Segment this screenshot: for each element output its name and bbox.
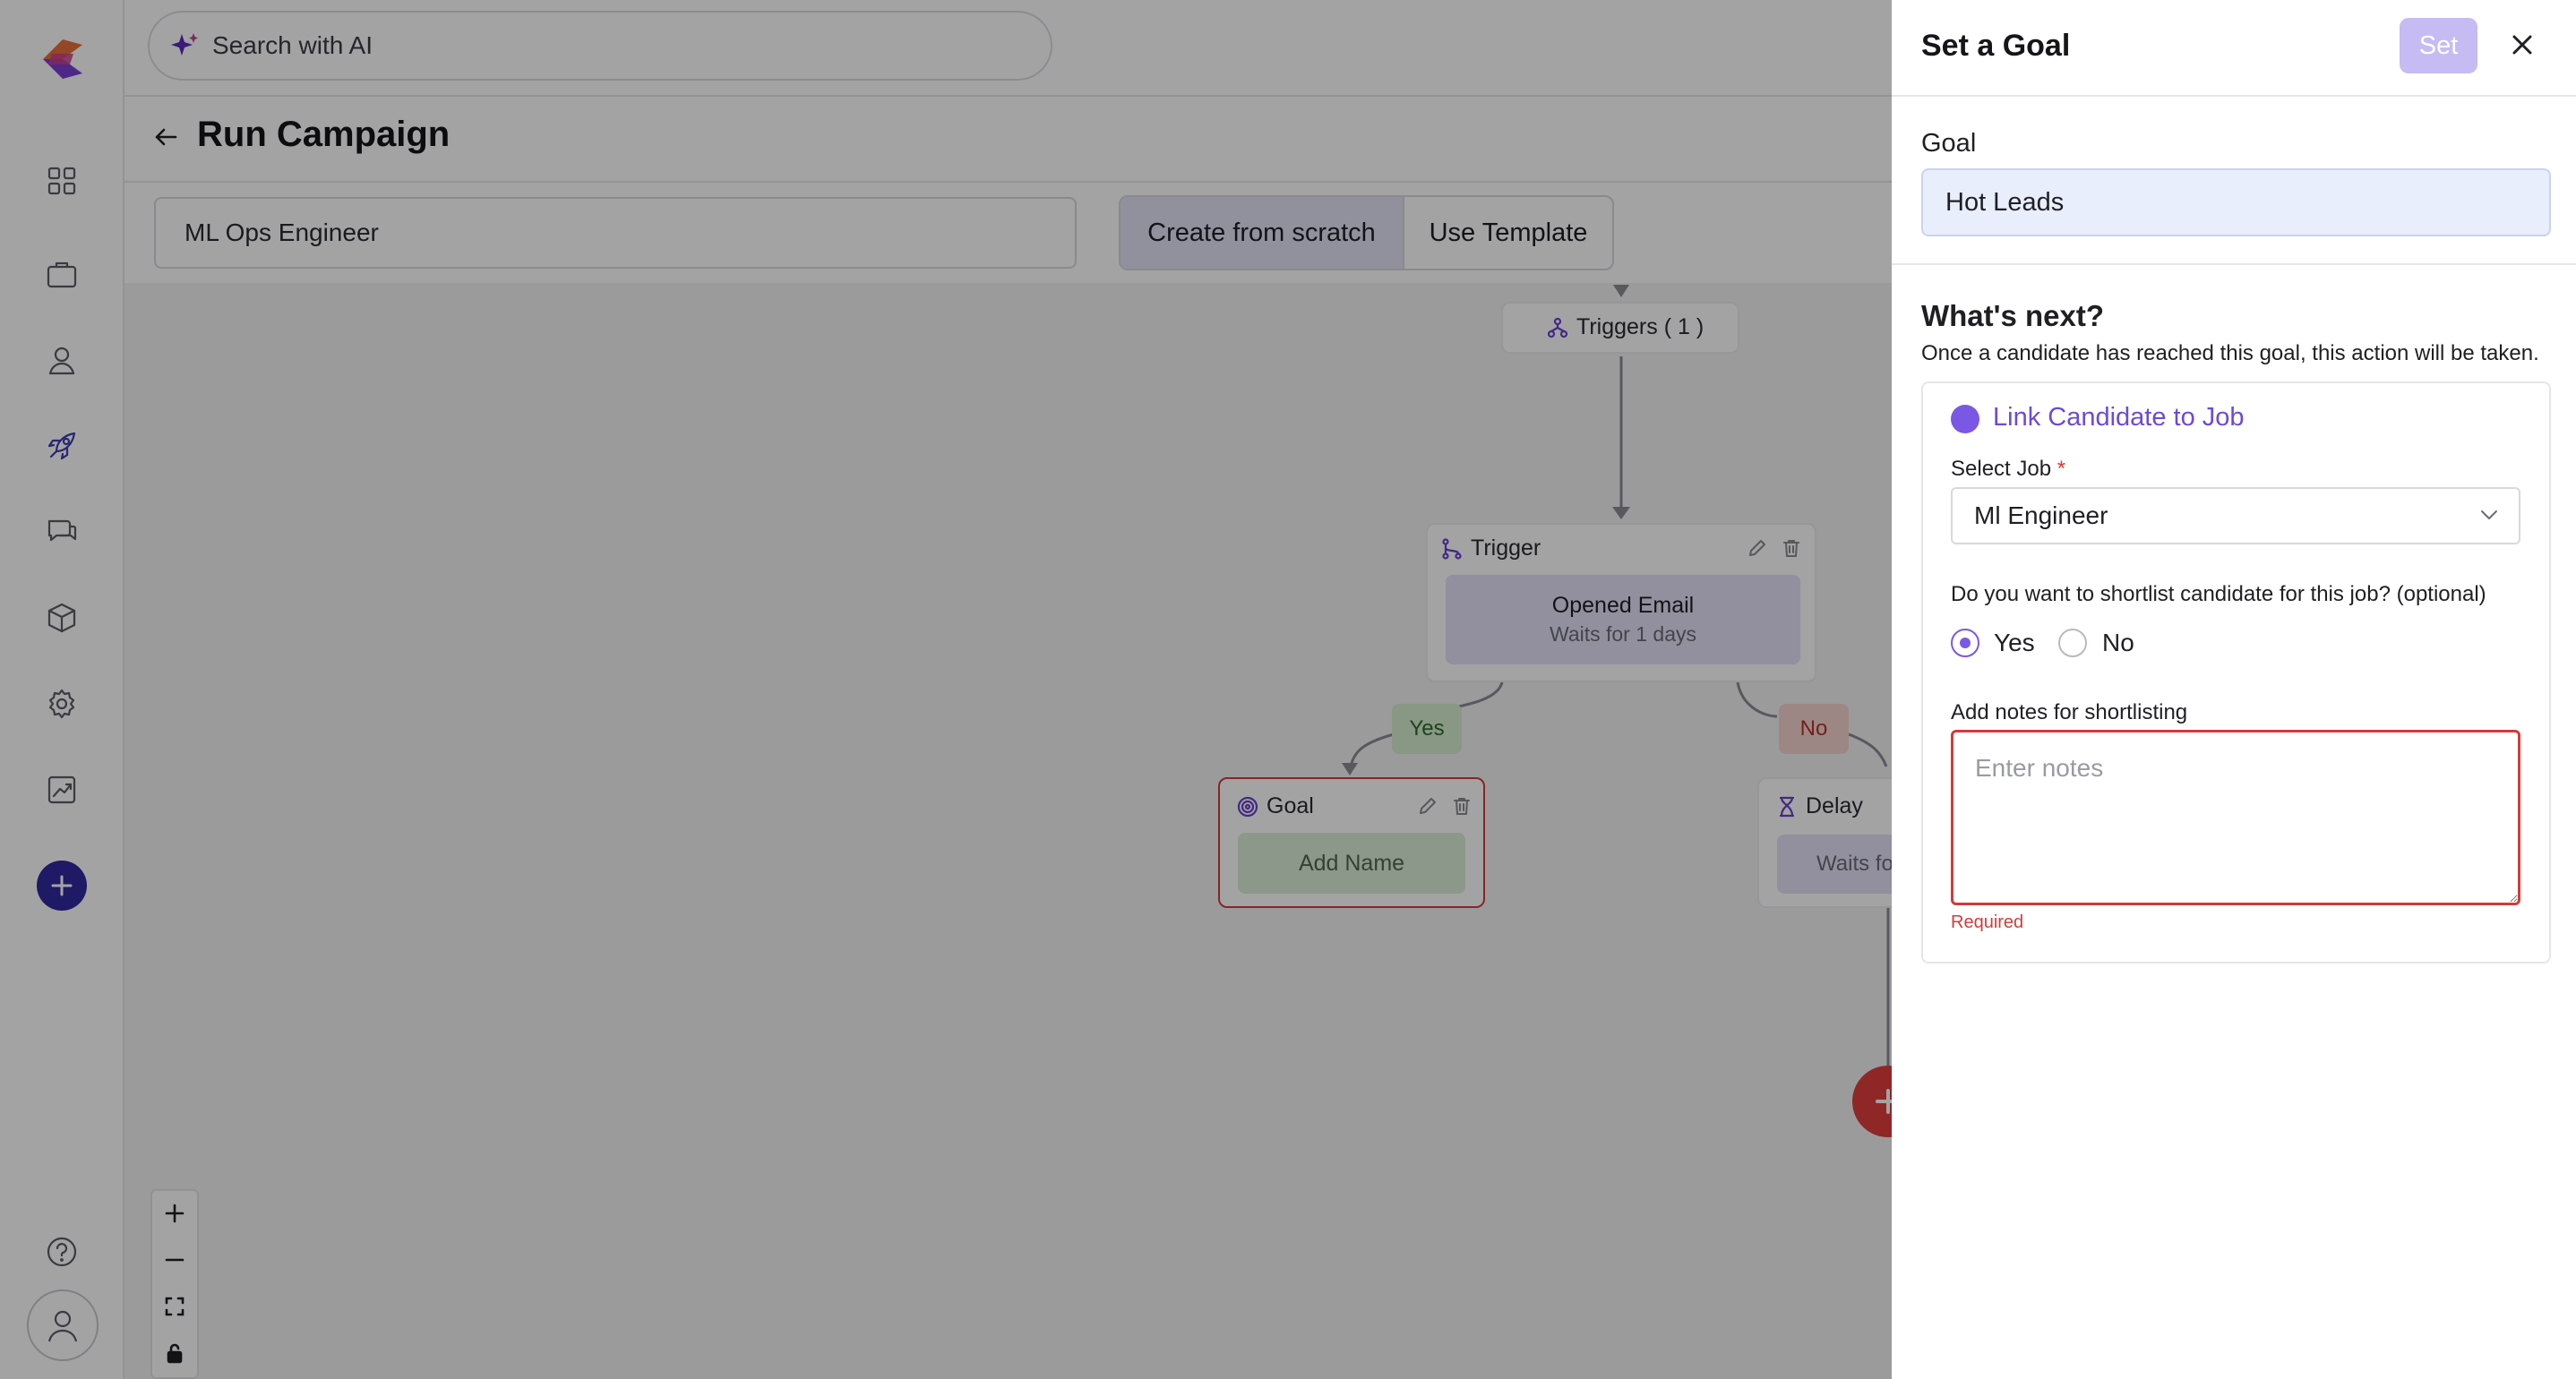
whats-next-subtitle: Once a candidate has reached this goal, …	[1921, 341, 2539, 365]
select-job-label: Select Job *	[1951, 457, 2065, 482]
goal-name-input[interactable]: Hot Leads	[1921, 168, 2551, 236]
set-button[interactable]: Set	[2400, 18, 2477, 73]
action-title: Link Candidate to Job	[1993, 403, 2245, 432]
chevron-down-icon[interactable]	[2477, 503, 2501, 527]
shortlist-question: Do you want to shortlist candidate for t…	[1951, 582, 2486, 606]
shortlist-yes-radio[interactable]	[1951, 629, 1979, 657]
select-job-label-text: Select Job	[1951, 457, 2052, 481]
shortlist-no-label[interactable]: No	[2102, 629, 2134, 657]
divider	[1892, 95, 2576, 97]
notes-error-message: Required	[1951, 912, 2024, 932]
notes-textarea[interactable]	[1951, 730, 2520, 905]
whats-next-title: What's next?	[1921, 299, 2105, 332]
notes-label: Add notes for shortlisting	[1951, 700, 2188, 724]
drawer-title: Set a Goal	[1921, 29, 2071, 63]
select-job-dropdown[interactable]: Ml Engineer	[1951, 487, 2520, 544]
action-status-dot	[1951, 405, 1979, 433]
shortlist-yes-label[interactable]: Yes	[1994, 629, 2035, 657]
required-asterisk: *	[2057, 457, 2066, 481]
shortlist-no-radio[interactable]	[2058, 629, 2087, 657]
close-icon	[2512, 35, 2532, 55]
modal-backdrop[interactable]	[0, 0, 1892, 1379]
close-button[interactable]	[2504, 27, 2540, 63]
divider	[1892, 263, 2576, 265]
goal-label: Goal	[1921, 129, 1977, 158]
